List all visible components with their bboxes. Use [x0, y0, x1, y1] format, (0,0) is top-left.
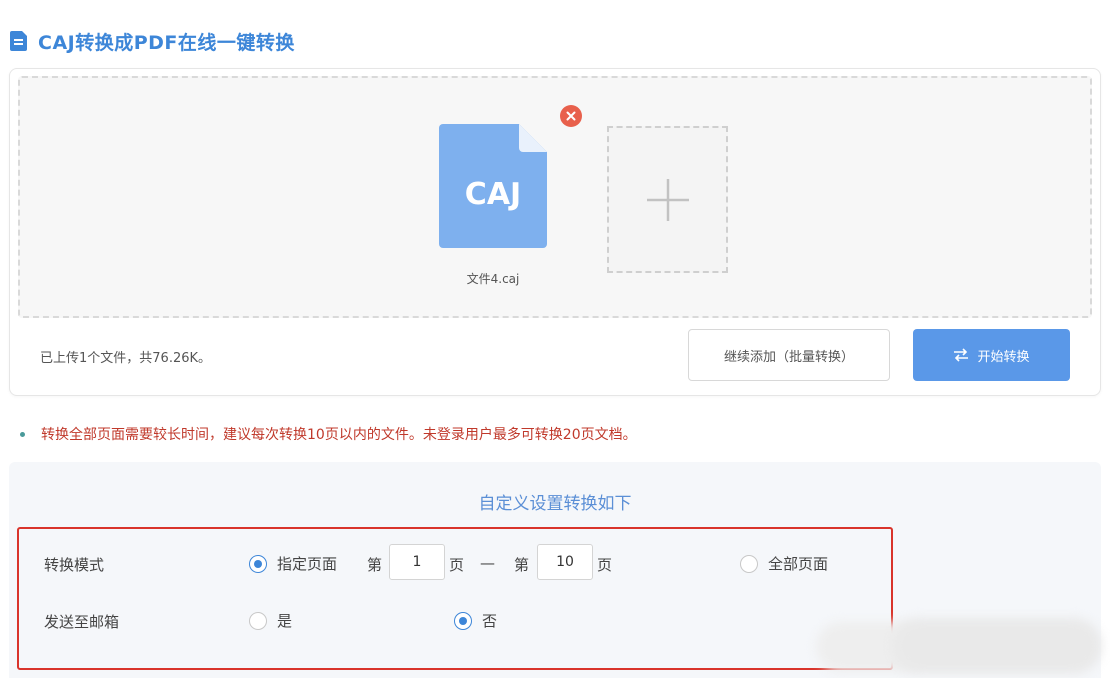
add-file-button[interactable]: [607, 126, 728, 273]
radio-specified-label: 指定页面: [277, 555, 338, 573]
range-separator: —: [480, 554, 495, 572]
page-to-prefix: 第: [514, 556, 530, 574]
remove-file-button[interactable]: [560, 105, 582, 127]
file-badge: CAJ: [465, 177, 521, 212]
radio-yes-label: 是: [277, 612, 293, 630]
continue-add-button[interactable]: 继续添加（批量转换）: [688, 329, 890, 381]
close-icon: [566, 111, 576, 121]
radio-no-label: 否: [482, 612, 498, 630]
swap-icon: [954, 348, 969, 362]
radio-dot: [249, 611, 267, 630]
radio-all-label: 全部页面: [768, 555, 829, 573]
settings-title: 自定义设置转换如下: [478, 494, 632, 514]
file-drop-zone[interactable]: CAJ 文件4.caj: [18, 76, 1092, 318]
mode-label: 转换模式: [44, 556, 105, 574]
radio-dot: [454, 611, 472, 630]
start-convert-button[interactable]: 开始转换: [913, 329, 1070, 381]
page-to-suffix: 页: [597, 556, 613, 574]
upload-summary: 已上传1个文件，共76.26K。: [40, 351, 212, 366]
page-title: CAJ转换成PDF在线一键转换: [38, 31, 295, 54]
radio-email-no[interactable]: 否: [454, 610, 497, 631]
page-from-suffix: 页: [449, 556, 465, 574]
conversion-notice: 转换全部页面需要较长时间，建议每次转换10页以内的文件。未登录用户最多可转换20…: [20, 424, 637, 444]
page-from-prefix: 第: [367, 556, 383, 574]
plus-icon: [646, 178, 689, 221]
watermark-blur: [892, 618, 1102, 674]
radio-specified-pages[interactable]: 指定页面: [249, 553, 337, 574]
bullet-dot: [20, 431, 25, 437]
caj-file-icon: CAJ: [439, 124, 547, 248]
email-label: 发送至邮箱: [44, 613, 120, 631]
upload-card: CAJ 文件4.caj 已上传1个文件，共76.26K。 继续添加（批量转换） …: [9, 68, 1101, 396]
radio-all-pages[interactable]: 全部页面: [740, 553, 828, 574]
options-box: 转换模式 指定页面 第 页 — 第 页 全部页面 发送至邮箱 是 否: [17, 527, 893, 670]
file-name: 文件4.caj: [466, 272, 520, 286]
page-title-row: CAJ转换成PDF在线一键转换: [10, 28, 295, 54]
start-convert-label: 开始转换: [977, 349, 1030, 365]
page-from-input[interactable]: [389, 544, 445, 580]
radio-email-yes[interactable]: 是: [249, 610, 292, 631]
notice-text: 转换全部页面需要较长时间，建议每次转换10页以内的文件。未登录用户最多可转换20…: [41, 427, 637, 443]
radio-dot: [249, 554, 267, 573]
document-icon: [10, 31, 27, 51]
radio-dot: [740, 554, 758, 573]
page-to-input[interactable]: [537, 544, 593, 580]
